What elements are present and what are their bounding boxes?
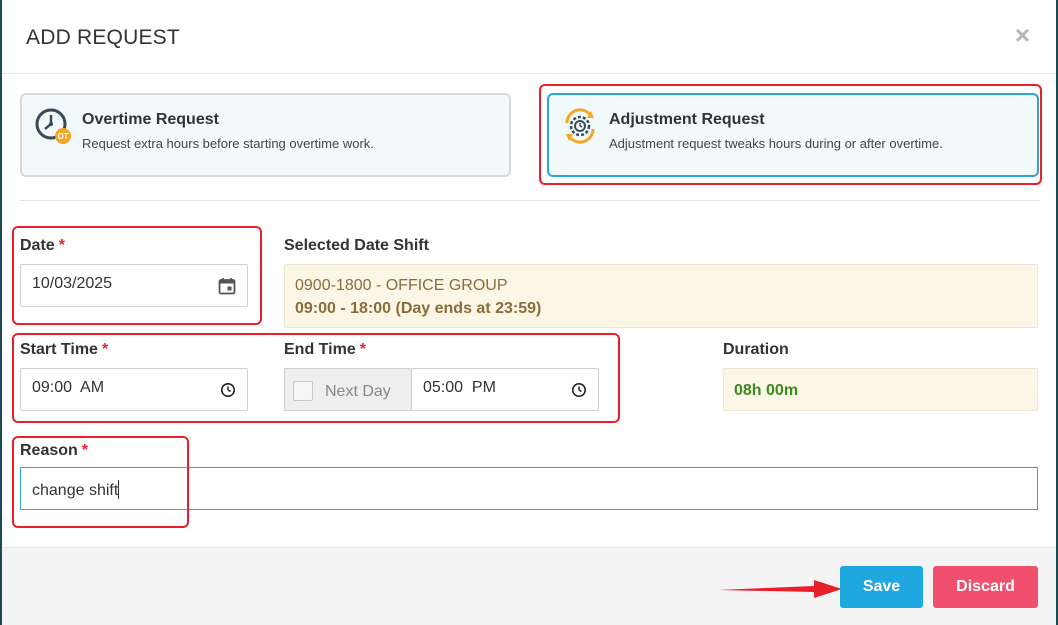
adjustment-request-title: Adjustment Request [609,111,765,128]
reason-input[interactable]: change shift [20,467,1038,510]
reason-label: Reason * [20,442,88,460]
date-input[interactable]: 10/03/2025 [20,264,248,307]
required-mark: * [58,237,65,254]
text-caret [118,480,120,499]
required-mark: * [101,341,109,358]
overtime-request-card[interactable]: OT Overtime Request Request extra hours … [20,93,511,177]
next-day-addon: Next Day [284,368,411,411]
save-button[interactable]: Save [840,566,923,608]
end-time-input[interactable]: 05:00 PM [411,368,599,411]
reason-value: change shift [32,482,119,499]
shift-name: 0900-1800 - OFFICE GROUP [295,277,508,294]
overtime-request-title: Overtime Request [82,111,219,128]
modal-title: ADD REQUEST [26,26,180,49]
calendar-icon[interactable] [218,277,236,295]
adjustment-request-description: Adjustment request tweaks hours during o… [609,136,943,151]
overtime-badge-text: OT [57,132,68,141]
start-time-label: Start Time * [20,341,108,359]
section-divider [20,200,1040,201]
date-value: 10/03/2025 [32,275,113,292]
end-time-value: 05:00 PM [423,379,496,396]
clock-icon[interactable] [571,382,587,398]
end-time-label-text: End Time [284,341,356,358]
start-time-label-text: Start Time [20,341,98,358]
duration-value: 08h 00m [734,382,799,399]
reason-label-text: Reason [20,442,78,459]
duration-label: Duration [723,341,789,358]
modal-header: ADD REQUEST × [2,0,1056,74]
close-icon[interactable]: × [1015,22,1030,48]
end-time-label: End Time * [284,341,366,359]
add-request-modal: ADD REQUEST × OT Overtime Request Reques… [2,0,1056,625]
next-day-checkbox[interactable] [293,381,313,401]
required-mark: * [81,442,89,459]
overtime-clock-icon: OT [35,108,71,144]
date-label-text: Date [20,237,55,254]
duration-box: 08h 00m [723,368,1038,411]
next-day-label: Next Day [325,383,391,400]
required-mark: * [359,341,366,358]
start-time-value: 09:00 AM [32,379,105,396]
shift-hours: 09:00 - 18:00 (Day ends at 23:59) [295,300,542,317]
adjustment-gear-clock-icon [565,108,595,144]
annotation-arrow-icon [718,580,842,598]
date-label: Date * [20,237,65,255]
selected-shift-label: Selected Date Shift [284,237,429,254]
clock-icon[interactable] [220,382,236,398]
selected-shift-box: 0900-1800 - OFFICE GROUP 09:00 - 18:00 (… [284,264,1038,328]
discard-button[interactable]: Discard [933,566,1038,608]
overtime-request-description: Request extra hours before starting over… [82,136,374,151]
adjustment-request-card[interactable]: Adjustment Request Adjustment request tw… [547,93,1039,177]
start-time-input[interactable]: 09:00 AM [20,368,248,411]
